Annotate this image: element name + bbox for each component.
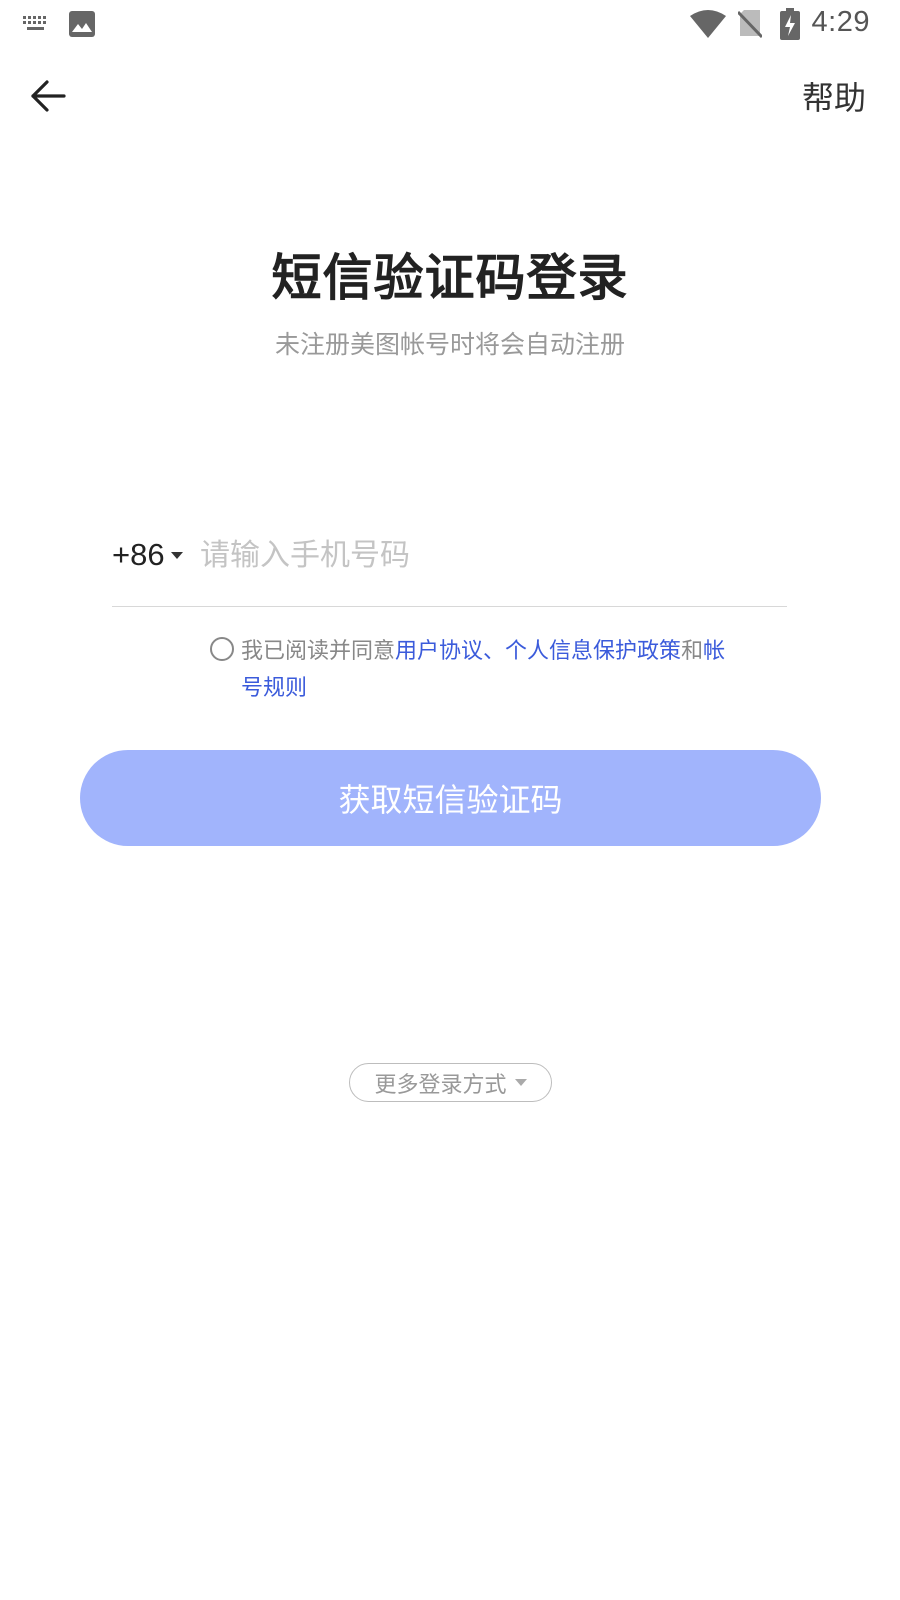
help-button[interactable]: 帮助 <box>802 73 866 119</box>
arrow-left-icon <box>31 80 66 112</box>
get-sms-code-button[interactable]: 获取短信验证码 <box>80 750 821 846</box>
image-icon <box>69 11 95 37</box>
country-code-label: +86 <box>112 537 165 572</box>
privacy-policy-link[interactable]: 个人信息保护政策 <box>505 639 681 664</box>
status-bar: 4:29 <box>0 0 900 48</box>
page-subtitle: 未注册美图帐号时将会自动注册 <box>274 330 625 359</box>
login-screen: 4:29 帮助 短信验证码登录 未注册美图帐号时将会自动注册 +86 我已阅读并… <box>0 0 900 1600</box>
keyboard-icon <box>23 16 46 30</box>
phone-number-input[interactable] <box>200 529 780 581</box>
phone-input-row: +86 <box>112 525 787 607</box>
no-sim-icon <box>738 10 762 38</box>
agreement-prefix: 我已阅读并同意 <box>241 639 396 664</box>
more-login-options-button[interactable]: 更多登录方式 <box>349 1063 552 1102</box>
agreement-radio[interactable] <box>210 637 234 661</box>
agreement-text: 我已阅读并同意用户协议、个人信息保护政策和帐号规则 <box>241 633 731 707</box>
battery-charging-icon <box>780 8 800 40</box>
top-bar: 帮助 <box>0 56 900 136</box>
page-title: 短信验证码登录 <box>271 249 629 307</box>
more-login-label: 更多登录方式 <box>374 1072 507 1098</box>
status-time: 4:29 <box>811 6 870 38</box>
caret-down-icon <box>514 1079 527 1086</box>
agreement-conjunction: 和 <box>681 639 704 664</box>
user-agreement-link[interactable]: 用户协议 <box>395 639 483 664</box>
country-code-selector[interactable]: +86 <box>112 525 183 585</box>
caret-down-icon <box>170 551 183 559</box>
agreement-separator: 、 <box>483 639 506 664</box>
back-button[interactable] <box>20 70 76 122</box>
wifi-icon <box>690 10 726 38</box>
